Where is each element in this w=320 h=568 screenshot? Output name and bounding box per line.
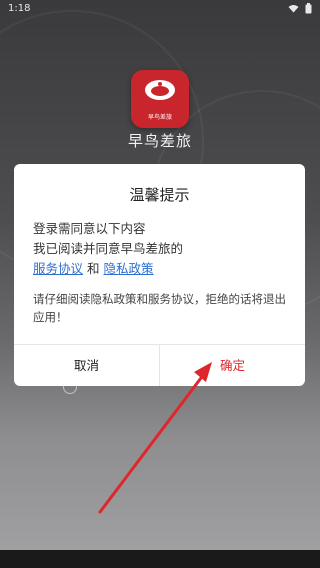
service-agreement-link[interactable]: 服务协议: [33, 261, 83, 276]
confirm-button[interactable]: 确定: [160, 345, 305, 386]
privacy-dialog: 温馨提示 登录需同意以下内容 我已阅读并同意早鸟差旅的 服务协议 和 隐私政策 …: [14, 164, 305, 386]
logo-bird-icon: [145, 80, 175, 100]
dialog-line-1: 登录需同意以下内容: [33, 221, 146, 236]
dialog-links-row: 服务协议 和 隐私政策: [33, 259, 293, 279]
dialog-line-2: 我已阅读并同意早鸟差旅的: [33, 241, 184, 256]
status-icons: [288, 3, 312, 14]
dialog-title: 温馨提示: [129, 186, 190, 204]
app-name: 早鸟差旅: [127, 132, 192, 150]
and-text: 和: [87, 261, 100, 276]
app-logo: 早鸟差旅: [131, 70, 189, 128]
app-logo-text: 早鸟差旅: [147, 114, 172, 121]
navigation-bar: [0, 550, 320, 568]
battery-icon: [305, 3, 312, 14]
status-bar: 1:18: [0, 0, 320, 18]
status-time: 1:18: [8, 3, 31, 14]
privacy-policy-link[interactable]: 隐私政策: [104, 261, 154, 276]
dialog-body: 登录需同意以下内容 我已阅读并同意早鸟差旅的 服务协议 和 隐私政策: [33, 219, 293, 279]
cancel-button[interactable]: 取消: [14, 345, 159, 386]
wifi-icon: [288, 4, 299, 13]
dialog-note: 请仔细阅读隐私政策和服务协议，拒绝的话将退出应用！: [33, 292, 286, 324]
